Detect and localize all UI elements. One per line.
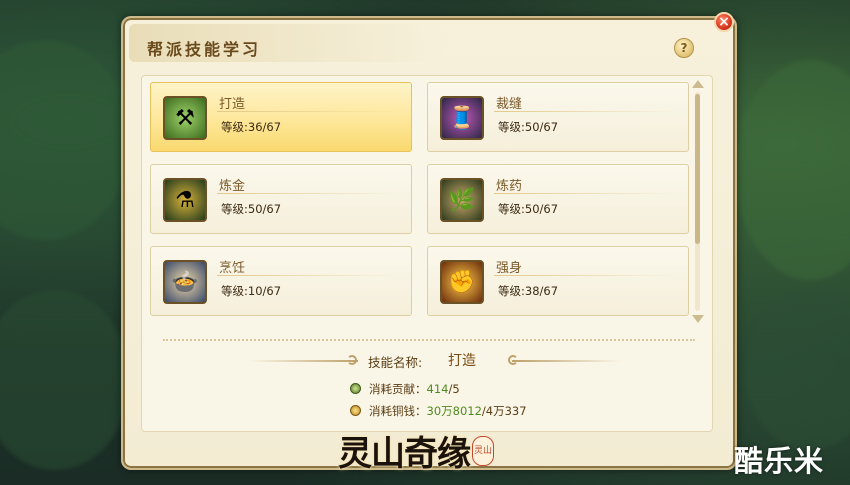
skill-level: 等级:10/67 bbox=[221, 284, 282, 298]
skill-name: 烹饪 bbox=[219, 261, 246, 276]
skill-name: 强身 bbox=[496, 261, 523, 276]
skill-level: 等级:50/67 bbox=[498, 120, 559, 134]
fist-icon: ✊ bbox=[440, 260, 484, 304]
skill-level: 等级:38/67 bbox=[498, 284, 559, 298]
money-required: /4万337 bbox=[481, 404, 527, 418]
contribution-required: /5 bbox=[448, 382, 460, 396]
money-cost-row: 消耗铜钱：30万8012/4万337 bbox=[350, 403, 527, 419]
ornament-right bbox=[512, 360, 622, 362]
contribution-icon bbox=[350, 383, 361, 394]
title-bar: 帮派技能学习 bbox=[129, 24, 449, 62]
dumpling-icon: 🍲 bbox=[163, 260, 207, 304]
herb-icon: 🌿 bbox=[440, 178, 484, 222]
skill-name: 打造 bbox=[219, 97, 246, 112]
skill-card-medicine[interactable]: 🌿 炼药 等级:50/67 bbox=[427, 164, 689, 234]
name-underline bbox=[217, 275, 401, 276]
money-current: 30万8012 bbox=[426, 404, 482, 418]
contribution-label: 消耗贡献： bbox=[369, 382, 427, 396]
site-watermark: 酷乐米 bbox=[734, 444, 825, 478]
skill-level: 等级:50/67 bbox=[221, 202, 282, 216]
skill-card-alchemy[interactable]: ⚗ 炼金 等级:50/67 bbox=[150, 164, 412, 234]
money-label: 消耗铜钱： bbox=[369, 404, 427, 418]
hammer-icon: ⚒ bbox=[163, 96, 207, 140]
contribution-cost-row: 消耗贡献：414/5 bbox=[350, 381, 460, 397]
ornament-swirl-left-icon bbox=[347, 355, 357, 365]
scroll-thumb[interactable] bbox=[695, 94, 700, 244]
skill-level: 等级:36/67 bbox=[221, 120, 282, 134]
name-underline bbox=[217, 193, 401, 194]
skill-name: 炼金 bbox=[219, 179, 246, 194]
skill-level: 等级:50/67 bbox=[498, 202, 559, 216]
scroll-up-arrow-icon[interactable] bbox=[692, 80, 704, 88]
skill-name: 炼药 bbox=[496, 179, 523, 194]
selected-skill-name: 打造 bbox=[448, 353, 476, 369]
background-foliage-left-lower bbox=[0, 290, 130, 470]
skill-card-tailoring[interactable]: 🧵 裁缝 等级:50/67 bbox=[427, 82, 689, 152]
contribution-current: 414 bbox=[426, 382, 449, 396]
thread-icon: 🧵 bbox=[440, 96, 484, 140]
skill-list-scrollbar[interactable] bbox=[692, 80, 704, 323]
skill-name: 裁缝 bbox=[496, 97, 523, 112]
ornament-left bbox=[248, 360, 358, 362]
game-logo: 灵山奇缘 灵山 bbox=[320, 420, 500, 480]
close-button[interactable]: × bbox=[714, 12, 734, 32]
scroll-down-arrow-icon[interactable] bbox=[692, 315, 704, 323]
gourd-icon: ⚗ bbox=[163, 178, 207, 222]
skill-name-label: 技能名称: bbox=[368, 355, 423, 370]
name-underline bbox=[494, 193, 678, 194]
copper-coin-icon bbox=[350, 405, 361, 416]
section-divider bbox=[163, 339, 695, 341]
game-logo-seal: 灵山 bbox=[472, 436, 494, 466]
help-button[interactable]: ? bbox=[674, 38, 694, 58]
name-underline bbox=[217, 111, 401, 112]
skill-card-body-strengthening[interactable]: ✊ 强身 等级:38/67 bbox=[427, 246, 689, 316]
skill-card-forging[interactable]: ⚒ 打造 等级:36/67 bbox=[150, 82, 412, 152]
skill-card-cooking[interactable]: 🍲 烹饪 等级:10/67 bbox=[150, 246, 412, 316]
window-title: 帮派技能学习 bbox=[147, 40, 262, 59]
name-underline bbox=[494, 275, 678, 276]
game-logo-text: 灵山奇缘 bbox=[338, 434, 471, 474]
background-foliage-right bbox=[735, 60, 850, 280]
name-underline bbox=[494, 111, 678, 112]
background-foliage-right-lower bbox=[745, 290, 850, 450]
background-foliage-left bbox=[0, 40, 130, 240]
